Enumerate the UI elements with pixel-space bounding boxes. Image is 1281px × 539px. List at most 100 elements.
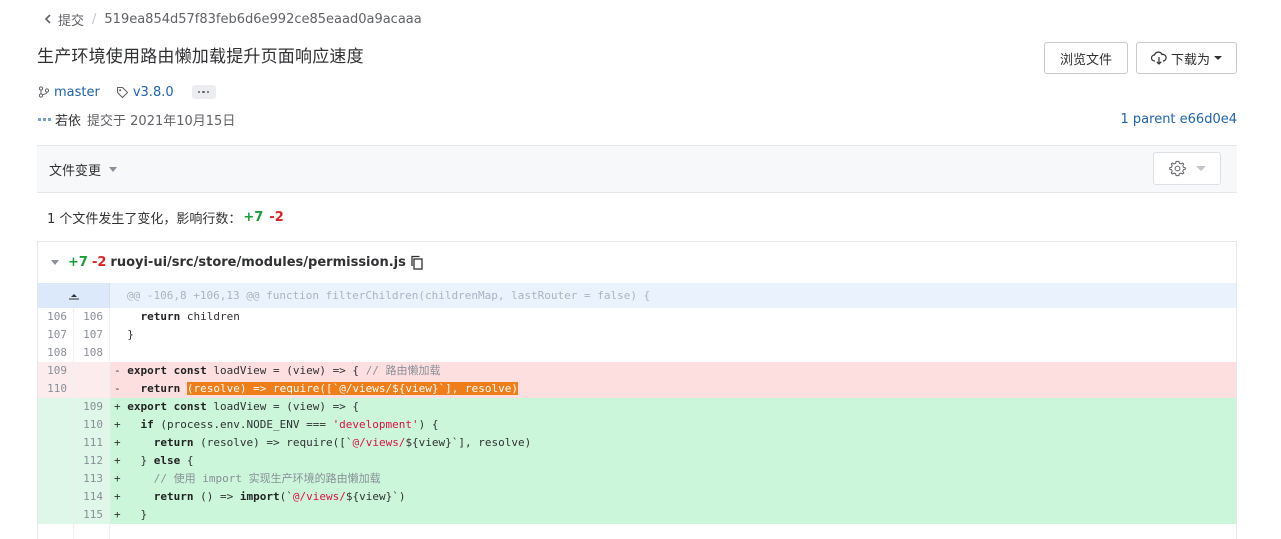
diff-line — [38, 524, 1236, 539]
new-line-number[interactable]: 112 — [74, 452, 110, 470]
copy-icon[interactable] — [410, 255, 424, 270]
code-content: + return () => import(`@/views/${view}`) — [110, 488, 1236, 506]
old-line-number[interactable]: 108 — [38, 344, 74, 362]
summary-text: 1 个文件发生了变化，影响行数： — [47, 212, 242, 227]
diff-prefix — [114, 328, 127, 341]
new-line-number[interactable]: 114 — [74, 488, 110, 506]
files-changed-toggle[interactable]: 文件变更 — [49, 160, 118, 179]
new-line-number[interactable]: 108 — [74, 344, 110, 362]
gear-icon — [1168, 160, 1186, 177]
author-name[interactable]: 若依 — [55, 110, 81, 129]
code-token: if — [140, 418, 154, 431]
diff-settings-button[interactable] — [1153, 152, 1221, 185]
hunk-header: @@ -106,8 +106,13 @@ function filterChil… — [38, 283, 1236, 308]
branch-ref[interactable]: master — [38, 85, 100, 100]
old-line-number[interactable] — [38, 470, 74, 488]
code-content: } — [110, 326, 1236, 344]
breadcrumb-commits-link[interactable]: 提交 — [58, 10, 84, 29]
code-content: + } else { — [110, 452, 1236, 470]
browse-files-button[interactable]: 浏览文件 — [1044, 42, 1128, 74]
tag-ref[interactable]: v3.8.0 — [116, 85, 174, 100]
code-token: return — [153, 490, 194, 503]
more-refs-button[interactable] — [191, 85, 216, 99]
ellipsis-icon — [197, 90, 201, 94]
old-line-number[interactable]: 109 — [38, 362, 74, 380]
code-content: - return (resolve) => require([`@/views/… — [110, 380, 1236, 398]
code-token: { — [180, 454, 194, 467]
parent-commit-link[interactable]: 1 parent e66d0e4 — [1121, 110, 1237, 128]
commit-refs: master v3.8.0 — [38, 83, 216, 101]
avatar — [38, 117, 51, 121]
code-token: @/views/ — [352, 436, 406, 449]
branch-name: master — [54, 84, 100, 100]
diff-line: 108 108 — [38, 344, 1236, 362]
code-token: (` — [279, 490, 293, 503]
tag-icon — [116, 86, 129, 98]
old-line-number[interactable] — [38, 524, 74, 539]
code-token: () => — [193, 490, 240, 503]
diff-line-added: 115 + } — [38, 506, 1236, 524]
code-token: ${view}`) — [345, 490, 406, 503]
diff-line-added: 114 + return () => import(`@/views/${view… — [38, 488, 1236, 506]
code-token: export const — [127, 400, 207, 413]
commit-title: 生产环境使用路由懒加载提升页面响应速度 — [37, 47, 364, 67]
new-line-number[interactable]: 110 — [74, 416, 110, 434]
diff-prefix — [114, 526, 127, 539]
diff-prefix: - — [114, 364, 128, 377]
new-line-number[interactable]: 113 — [74, 470, 110, 488]
diff-prefix — [114, 346, 127, 359]
breadcrumb-separator: / — [92, 11, 97, 27]
code-token: children — [180, 310, 240, 323]
collapse-caret-icon[interactable] — [51, 260, 59, 265]
old-line-number[interactable] — [38, 434, 74, 452]
new-line-number[interactable] — [74, 524, 110, 539]
old-line-number[interactable]: 106 — [38, 308, 74, 326]
new-line-number[interactable]: 115 — [74, 506, 110, 524]
caret-down-icon — [1214, 56, 1222, 60]
code-token: } — [127, 328, 134, 341]
chevron-left-icon[interactable] — [40, 11, 56, 27]
old-line-number[interactable] — [38, 452, 74, 470]
summary-additions: +7 — [243, 210, 264, 225]
new-line-number[interactable]: 107 — [74, 326, 110, 344]
code-token: (resolve) => require([` — [193, 436, 353, 449]
diff-prefix: + — [114, 508, 128, 521]
code-token: ) { — [418, 418, 439, 431]
file-path[interactable]: ruoyi-ui/src/store/modules/permission.js — [110, 255, 405, 270]
code-token: // 路由懒加载 — [365, 364, 441, 377]
old-line-number[interactable] — [38, 506, 74, 524]
download-button[interactable]: 下载为 — [1136, 42, 1237, 74]
code-content: + return (resolve) => require([`@/views/… — [110, 434, 1236, 452]
code-token: @/views/ — [292, 490, 346, 503]
code-token: ${view}`], resolve) — [405, 436, 532, 449]
diff-prefix: - — [114, 382, 128, 395]
change-summary: 1 个文件发生了变化，影响行数： +7 -2 — [47, 208, 284, 227]
new-line-number[interactable]: 109 — [74, 398, 110, 416]
code-token: loadView = (view) => { — [206, 400, 360, 413]
old-line-number[interactable]: 110 — [38, 380, 74, 398]
old-line-number[interactable] — [38, 488, 74, 506]
expand-up-button[interactable] — [38, 283, 110, 308]
old-line-number[interactable]: 107 — [38, 326, 74, 344]
new-line-number[interactable] — [74, 362, 110, 380]
code-token: else — [153, 454, 181, 467]
new-line-number[interactable] — [74, 380, 110, 398]
code-token: (resolve) => require([`@/views/${view}`]… — [186, 382, 519, 395]
old-line-number[interactable] — [38, 398, 74, 416]
files-changed-label: 文件变更 — [49, 164, 102, 179]
diff-line-added: 111 + return (resolve) => require([`@/vie… — [38, 434, 1236, 452]
file-additions: +7 — [68, 255, 88, 270]
code-token: // 使用 import 实现生产环境的路由懒加载 — [153, 472, 381, 485]
code-token: import — [239, 490, 280, 503]
code-token: 'development' — [332, 418, 419, 431]
new-line-number[interactable]: 106 — [74, 308, 110, 326]
code-content: return children — [110, 308, 1236, 326]
expand-up-icon — [68, 293, 79, 299]
summary-deletions: -2 — [269, 210, 284, 225]
old-line-number[interactable] — [38, 416, 74, 434]
new-line-number[interactable]: 111 — [74, 434, 110, 452]
